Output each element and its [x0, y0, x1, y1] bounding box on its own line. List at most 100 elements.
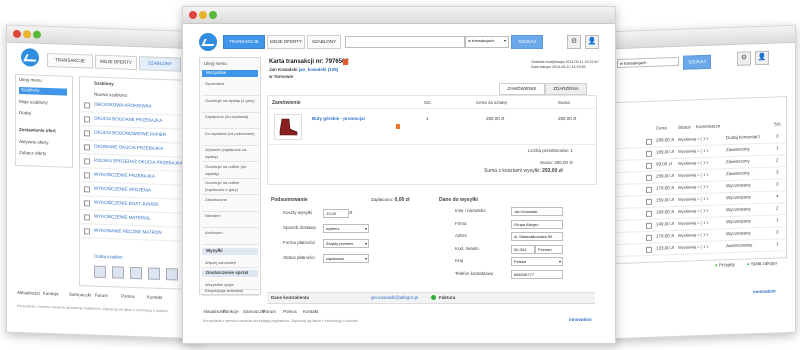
template-row[interactable]: WYKONANIE RĘCZNE MATRON [94, 228, 162, 235]
toolbar-icon-3[interactable] [130, 266, 142, 280]
row-checkbox[interactable] [646, 174, 652, 181]
left-footer-link[interactable]: Aktualności [17, 290, 40, 296]
settings-icon[interactable]: ⚙ [567, 35, 581, 49]
sidebar-item[interactable]: Oczekuje na odbiór (zapłacone z góry) [202, 179, 259, 195]
footer-link[interactable]: Funkcje [223, 309, 239, 314]
row-checkbox[interactable] [84, 200, 90, 207]
row-checkbox[interactable] [646, 138, 652, 145]
sidebar-item[interactable]: Wysłane (zapłacone za wpłatę) [202, 146, 259, 162]
sidebar-section-shipping[interactable]: Wysyłki [202, 248, 258, 255]
row-checkbox[interactable] [646, 198, 652, 205]
left-menu-moje-szablony[interactable]: Moje szablony [19, 99, 48, 105]
row-checkbox[interactable] [646, 234, 652, 241]
row-checkbox[interactable] [646, 222, 652, 229]
footer-link[interactable]: Pomoc [283, 309, 297, 314]
left-menu-dodaj[interactable]: Dodaj [19, 110, 31, 115]
row-checkbox[interactable] [84, 144, 90, 151]
minimize-dot[interactable] [23, 30, 31, 39]
left-footer-link[interactable]: Forum [95, 293, 108, 298]
toolbar-icon-4[interactable] [148, 267, 160, 280]
shipping-input[interactable]: Grupa Allegro [511, 219, 563, 229]
shipping-input[interactable]: 00-324 [511, 244, 535, 254]
sidebar-item[interactable]: Do wysłania (za pobraniem) [202, 130, 259, 146]
main-tab-transakcje[interactable]: TRANSAKCJE [223, 35, 265, 49]
left-add-template[interactable]: Dodaj szablon [94, 254, 123, 260]
main-search-select[interactable]: w transakcjach ▾ [465, 36, 509, 48]
buyer-login-link[interactable]: jan_kowalski (125) [299, 67, 339, 72]
sidebar-item[interactable]: Zapłacone (do wysłania) [202, 113, 259, 129]
main-search-button[interactable]: SZUKAJ [511, 35, 543, 49]
footer-link[interactable]: Forum [263, 309, 276, 314]
row-checkbox[interactable] [646, 150, 652, 157]
toolbar-icon-5[interactable] [166, 268, 178, 281]
main-tab-szablony[interactable]: SZABLONY [307, 35, 341, 49]
left-menu-zobacz[interactable]: Zobacz oferty [19, 150, 46, 156]
left-tab-szablony[interactable]: SZABLONY [139, 56, 181, 72]
template-row[interactable]: WYKOŃCZENIE SPOJENIA [94, 186, 151, 193]
row-checkbox[interactable] [646, 162, 652, 169]
shipping-input[interactable]: Jan Kowalski [511, 207, 563, 216]
sidebar-item[interactable]: Oczekuje na odbiór (do zapłaty) [202, 163, 259, 179]
row-checkbox[interactable] [84, 186, 90, 193]
main-close-dot[interactable] [189, 11, 197, 19]
template-row[interactable]: WYKOŃCZENIE MATERIAL [94, 214, 151, 221]
left-tab-transakcje[interactable]: TRANSAKCJE [47, 52, 93, 69]
template-row[interactable]: OKUCIA BOGONOWIOWE PAPIER [94, 130, 166, 138]
left-footer-link[interactable]: Samouczki [69, 292, 91, 298]
product-thumbnail[interactable] [274, 114, 302, 140]
sidebar-item[interactable]: Więcej zamówień [202, 258, 259, 268]
delivery-select[interactable]: wybierz ▾ [323, 224, 369, 233]
product-link[interactable]: Buty górskie - promocja! [312, 116, 365, 121]
right-search-button[interactable]: SZUKAJ [683, 54, 711, 70]
row-checkbox[interactable] [84, 116, 90, 123]
sidebar-item[interactable]: Ekspozycja złotkowej [202, 286, 259, 296]
contractor-email[interactable]: jan.kowalski@allegro.pl [371, 295, 418, 300]
row-checkbox[interactable] [84, 228, 90, 235]
row-checkbox[interactable] [84, 130, 90, 137]
template-row[interactable]: OBCASKOWA KROKIEWKA [94, 102, 152, 109]
template-row[interactable]: OKOWANE OKUCIA PRZEBAJKA [94, 144, 163, 151]
left-hide-menu[interactable]: Ukryj menu [19, 77, 42, 83]
sidebar-item[interactable]: Oczekuje na wpłatę (z góry) [202, 97, 259, 113]
shipping-cost-input[interactable]: 13,00 [323, 209, 349, 218]
left-menu-aktywne[interactable]: Aktywne oferty [19, 139, 49, 145]
main-tab-moje-oferty[interactable]: MOJE OFERTY [267, 35, 305, 49]
sidebar-section-all[interactable]: Wszystkie [202, 70, 258, 77]
main-minimize-dot[interactable] [199, 11, 207, 19]
pdf-icon[interactable] [343, 59, 348, 65]
shipping-input[interactable]: Polska ▾ [511, 257, 563, 266]
toolbar-icon-1[interactable] [94, 265, 106, 279]
row-checkbox[interactable] [84, 172, 90, 179]
left-footer-link[interactable]: Kontakt [147, 294, 162, 300]
tab-zamowienie[interactable]: ZAMÓWIENIE [499, 83, 545, 95]
sidebar-item[interactable]: Zakończone [202, 196, 259, 212]
shipping-city-input[interactable]: Poznań [535, 244, 563, 254]
sidebar-item[interactable]: Archiwum [202, 229, 259, 245]
footer-link[interactable]: Kontakt [303, 309, 318, 314]
left-menu-szablony[interactable]: Szablony [19, 86, 67, 96]
left-footer-link[interactable]: Pomoc [121, 294, 135, 299]
tab-zdarzenia[interactable]: ZDARZENIA [545, 83, 587, 95]
row-checkbox[interactable] [646, 246, 652, 253]
right-settings-icon[interactable]: ⚙ [737, 51, 751, 66]
user-icon[interactable]: 👤 [585, 35, 599, 49]
row-checkbox[interactable] [84, 158, 90, 165]
template-row[interactable]: OKUCIA BOGDANE PRZEBAJKA [94, 116, 162, 123]
hide-menu-link[interactable]: Ukryj menu [204, 61, 227, 66]
maximize-dot[interactable] [33, 30, 41, 39]
sidebar-item[interactable]: Niezłane [202, 212, 259, 228]
row-checkbox[interactable] [646, 210, 652, 217]
shipping-input[interactable]: ul. Marszałkowska 50 [511, 232, 563, 241]
main-logo-icon[interactable] [199, 33, 217, 51]
app-logo-icon[interactable] [21, 48, 39, 67]
row-checkbox[interactable] [84, 102, 90, 109]
payment-status-select[interactable]: zapłacono ▾ [323, 254, 369, 263]
main-maximize-dot[interactable] [209, 11, 217, 19]
shipping-input[interactable]: 666346777 [511, 269, 563, 279]
footer-link[interactable]: Samouczki [243, 309, 265, 314]
main-search-input[interactable] [345, 36, 465, 48]
right-user-icon[interactable]: 👤 [755, 50, 769, 66]
close-dot[interactable] [13, 29, 21, 39]
template-row[interactable]: WYKOŃCZENIE PRZEBAJKA [94, 172, 155, 179]
row-checkbox[interactable] [84, 214, 90, 221]
